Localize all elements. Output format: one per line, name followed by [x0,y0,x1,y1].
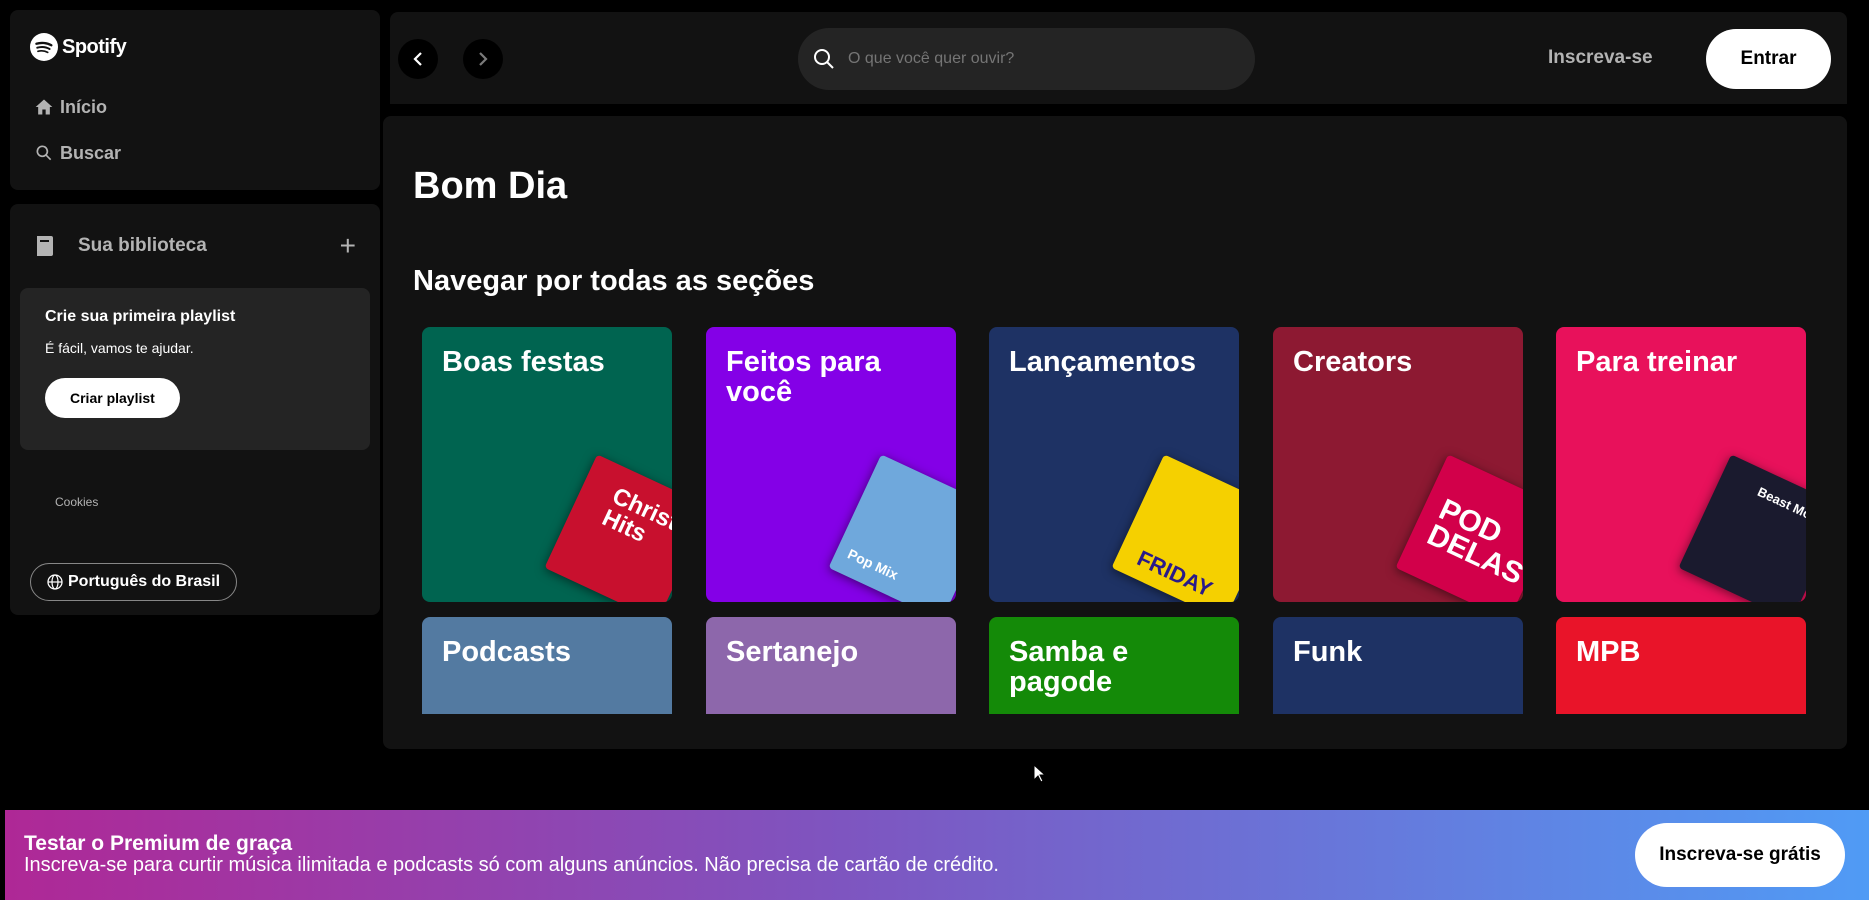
category-card-para-treinar[interactable]: Para treinar Beast Mode [1556,327,1806,602]
home-icon [35,99,53,115]
category-cover: Beast Mode [1678,454,1806,602]
library-panel: Sua biblioteca + Crie sua primeira playl… [10,204,380,615]
category-title: Funk [1293,636,1363,668]
category-card-mpb[interactable]: MPB [1556,617,1806,714]
cover-text: POD DELAS [1422,492,1523,592]
spotify-logo[interactable]: Spotify [30,30,360,64]
brand-name: Spotify [62,35,127,58]
spotify-app: Spotify Início Buscar Sua biblioteca + C… [0,0,1869,900]
category-cover: FRIDAY [1111,454,1239,602]
category-title: Para treinar [1576,346,1738,378]
category-cover: POD DELAS [1395,454,1523,602]
free-signup-button[interactable]: Inscreva-se grátis [1635,823,1845,887]
library-button[interactable]: Sua biblioteca [34,234,207,258]
add-playlist-button[interactable]: + [340,232,356,260]
category-card-funk[interactable]: Funk [1273,617,1523,714]
category-title: Creators [1293,346,1413,378]
create-playlist-button[interactable]: Criar playlist [45,378,180,418]
category-card-feitos-para-voce[interactable]: Feitos para você Pop Mix [706,327,956,602]
cover-text: FRIDAY [1133,545,1217,602]
category-card-creators[interactable]: Creators POD DELAS [1273,327,1523,602]
page-title: Bom Dia [413,165,568,207]
library-icon [37,236,53,256]
cover-text: Beast Mode [1755,484,1806,529]
category-card-sertanejo[interactable]: Sertanejo [706,617,956,714]
chevron-left-icon [413,52,422,66]
sidebar-item-label: Início [60,96,108,117]
create-playlist-title: Crie sua primeira playlist [45,308,236,325]
category-title: Sertanejo [726,636,859,668]
chevron-right-icon [479,52,488,66]
cover-text: Christmas Hits [597,482,672,557]
category-title: MPB [1576,636,1641,668]
search-icon [814,49,834,69]
create-playlist-subtitle: É fácil, vamos te ajudar. [45,340,194,356]
cookies-link[interactable]: Cookies [20,495,370,509]
category-title: Lançamentos [1009,346,1196,378]
category-title: Feitos para você [726,346,881,408]
category-cover: Christmas Hits [544,454,672,602]
globe-icon [47,574,63,590]
language-button[interactable]: Português do Brasil [30,563,238,601]
library-title: Sua biblioteca [78,235,207,256]
search-bar[interactable] [798,28,1255,90]
topbar: Inscreva-se Entrar [390,12,1847,104]
category-title: Podcasts [442,636,571,668]
spotify-logo-icon [30,33,58,61]
category-card-podcasts[interactable]: Podcasts [422,617,672,714]
category-title: Boas festas [442,346,605,378]
signup-button[interactable]: Inscreva-se [1548,47,1653,69]
section-title: Navegar por todas as seções [413,265,815,297]
premium-banner[interactable]: Testar o Premium de graça Inscreva-se pa… [5,810,1869,900]
search-input[interactable] [848,50,1228,68]
sidebar-item-search[interactable]: Buscar [30,130,360,176]
category-cover: Pop Mix [828,454,956,602]
sidebar-item-label: Buscar [60,142,122,163]
banner-subtitle: Inscreva-se para curtir música ilimitada… [24,854,999,876]
main-content: Bom Dia Navegar por todas as seções Boas… [383,116,1847,749]
cover-text: Pop Mix [845,545,901,583]
sidebar-item-home[interactable]: Início [30,84,360,130]
banner-title: Testar o Premium de graça [24,832,293,855]
language-label: Português do Brasil [68,573,221,590]
category-card-samba-e-pagode[interactable]: Samba e pagode [989,617,1239,714]
search-icon [36,145,52,161]
create-playlist-card: Crie sua primeira playlist É fácil, vamo… [20,288,370,450]
back-button[interactable] [398,39,438,79]
category-card-boas-festas[interactable]: Boas festas Christmas Hits [422,327,672,602]
mouse-cursor-icon [1033,764,1047,783]
library-header: Sua biblioteca + [20,224,370,260]
sidebar-nav-panel: Spotify Início Buscar [10,10,380,190]
login-button[interactable]: Entrar [1706,29,1831,89]
category-title: Samba e pagode [1009,636,1129,698]
sidebar: Spotify Início Buscar Sua biblioteca + C… [10,10,380,615]
forward-button[interactable] [463,39,503,79]
category-card-lancamentos[interactable]: Lançamentos FRIDAY [989,327,1239,602]
